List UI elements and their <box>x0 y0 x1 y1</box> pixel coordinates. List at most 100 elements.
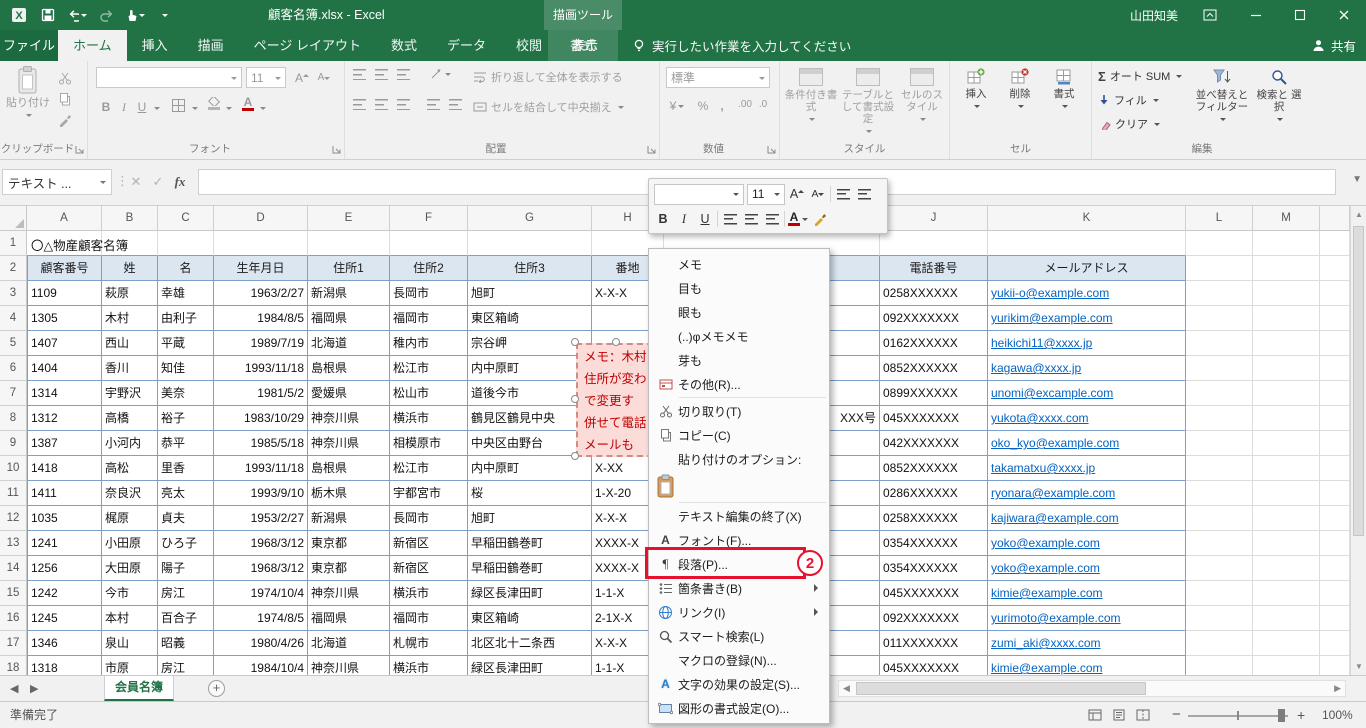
borders-dropdown-icon[interactable] <box>192 107 198 113</box>
cell[interactable]: 鶴見区鶴見中央 <box>468 406 592 431</box>
font-menu-item[interactable]: A フォント(F)... <box>649 528 829 552</box>
maximize-button[interactable] <box>1278 0 1322 30</box>
ribbon-tab[interactable]: 描画 <box>183 30 239 61</box>
cell[interactable]: 福岡市 <box>390 606 468 631</box>
cell[interactable]: 042XXXXXXX <box>880 431 988 456</box>
cell[interactable]: メールアドレス <box>988 256 1186 281</box>
row-header[interactable]: 6 <box>0 356 27 381</box>
cell[interactable] <box>1186 431 1253 456</box>
mini-increase-indent-button[interactable] <box>855 184 873 204</box>
clipboard-dialog-launcher[interactable] <box>74 144 85 155</box>
bold-button[interactable]: B <box>98 97 114 117</box>
cell[interactable] <box>1320 306 1350 331</box>
cell[interactable]: 東京都 <box>308 531 390 556</box>
cell[interactable] <box>988 231 1186 256</box>
column-header[interactable] <box>1320 206 1350 231</box>
cell[interactable]: 1241 <box>27 531 102 556</box>
cell[interactable]: 松江市 <box>390 456 468 481</box>
font-name-combo[interactable] <box>96 67 242 88</box>
mini-decrease-font-button[interactable]: A <box>809 184 827 204</box>
cell[interactable]: 1314 <box>27 381 102 406</box>
underline-button[interactable]: U <box>134 97 150 117</box>
cell[interactable]: 小河内 <box>102 431 158 456</box>
cell[interactable] <box>1186 556 1253 581</box>
cell[interactable]: 0899XXXXXX <box>880 381 988 406</box>
cell[interactable]: 長岡市 <box>390 506 468 531</box>
cell[interactable]: 萩原 <box>102 281 158 306</box>
cell[interactable]: 092XXXXXXX <box>880 306 988 331</box>
cell[interactable]: 本村 <box>102 606 158 631</box>
cell[interactable]: 045XXXXXXX <box>880 656 988 675</box>
cell[interactable]: 緑区長津田町 <box>468 581 592 606</box>
cell[interactable]: 1407 <box>27 331 102 356</box>
cell[interactable] <box>1253 381 1320 406</box>
cell[interactable]: 北海道 <box>308 631 390 656</box>
borders-button[interactable] <box>172 99 185 112</box>
mini-increase-font-button[interactable]: A <box>788 184 806 204</box>
row-header[interactable]: 14 <box>0 556 27 581</box>
align-bottom-button[interactable] <box>397 69 410 80</box>
cell[interactable]: 0852XXXXXX <box>880 356 988 381</box>
cell[interactable]: 1993/9/10 <box>214 481 308 506</box>
cell[interactable] <box>1186 231 1253 256</box>
cell[interactable]: 顧客番号 <box>27 256 102 281</box>
align-left-button[interactable] <box>353 99 366 110</box>
cell[interactable]: 新宿区 <box>390 556 468 581</box>
cell[interactable]: 福岡市 <box>390 306 468 331</box>
cell[interactable]: 松山市 <box>390 381 468 406</box>
currency-button[interactable]: ¥ <box>668 99 686 113</box>
cell[interactable]: 0162XXXXXX <box>880 331 988 356</box>
cell[interactable]: 1305 <box>27 306 102 331</box>
column-header[interactable]: F <box>390 206 468 231</box>
cell[interactable] <box>308 231 390 256</box>
cell[interactable]: yoko@example.com <box>988 556 1186 581</box>
cell[interactable]: 045XXXXXXX <box>880 406 988 431</box>
sheet-nav-left-icon[interactable]: ◀ <box>10 682 18 695</box>
cell[interactable] <box>1253 356 1320 381</box>
cell[interactable] <box>1186 356 1253 381</box>
cell[interactable]: 新潟県 <box>308 281 390 306</box>
cell[interactable]: 045XXXXXXX <box>880 581 988 606</box>
sheet-tab-active[interactable]: 会員名簿 <box>104 676 174 701</box>
cell[interactable]: yukota@xxxx.com <box>988 406 1186 431</box>
cell[interactable]: 相模原市 <box>390 431 468 456</box>
mini-underline-button[interactable]: U <box>696 209 714 229</box>
cell[interactable]: 姓 <box>102 256 158 281</box>
cell[interactable]: 住所2 <box>390 256 468 281</box>
cell[interactable] <box>1320 606 1350 631</box>
assign-macro-menu-item[interactable]: マクロの登録(N)... <box>649 648 829 672</box>
cell[interactable] <box>214 231 308 256</box>
scroll-up-icon[interactable]: ▲ <box>1355 210 1363 219</box>
cell[interactable]: 桜 <box>468 481 592 506</box>
mini-align-right-button[interactable] <box>763 209 781 229</box>
cell[interactable]: 内中原町 <box>468 356 592 381</box>
cell[interactable]: unomi@excample.com <box>988 381 1186 406</box>
cell[interactable] <box>1253 556 1320 581</box>
cell[interactable]: 早稲田鶴巻町 <box>468 556 592 581</box>
cell[interactable]: 0258XXXXXX <box>880 506 988 531</box>
cell[interactable]: 緑区長津田町 <box>468 656 592 675</box>
cell[interactable] <box>1186 331 1253 356</box>
scroll-down-icon[interactable]: ▼ <box>1355 662 1363 671</box>
expand-formula-bar-icon[interactable]: ▼ <box>1352 174 1362 185</box>
sheet-nav-right-icon[interactable]: ▶ <box>30 682 38 695</box>
cell-styles-button[interactable]: セルのスタイル <box>898 64 946 122</box>
cell[interactable]: 1983/10/29 <box>214 406 308 431</box>
cell[interactable]: 平蔵 <box>158 331 214 356</box>
cell[interactable] <box>1186 631 1253 656</box>
cell[interactable]: 092XXXXXXX <box>880 606 988 631</box>
column-header[interactable]: K <box>988 206 1186 231</box>
cell[interactable]: 泉山 <box>102 631 158 656</box>
cell[interactable]: 1242 <box>27 581 102 606</box>
cell[interactable] <box>1186 606 1253 631</box>
cell[interactable] <box>1186 406 1253 431</box>
cell[interactable]: 神奈川県 <box>308 406 390 431</box>
mini-align-left-button[interactable] <box>721 209 739 229</box>
cell[interactable]: kimie@example.com <box>988 581 1186 606</box>
cell[interactable]: 恭平 <box>158 431 214 456</box>
cell[interactable] <box>1253 481 1320 506</box>
zoom-level[interactable]: 100% <box>1322 702 1353 728</box>
cell[interactable]: 松江市 <box>390 356 468 381</box>
format-shape-menu-item[interactable]: 図形の書式設定(O)... <box>649 696 829 720</box>
increase-font-button[interactable]: A <box>292 67 312 88</box>
